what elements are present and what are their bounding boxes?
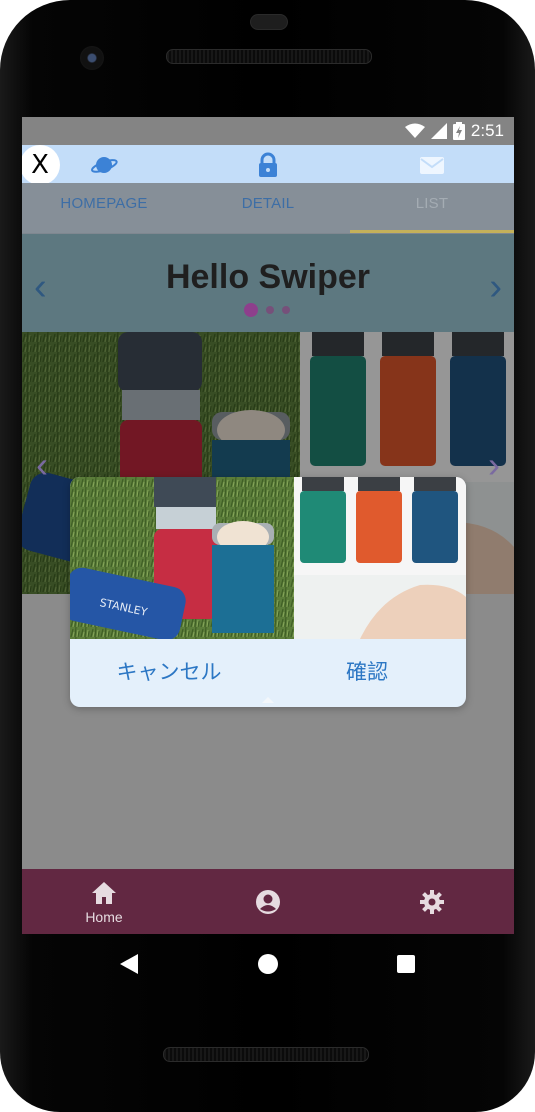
planet-icon[interactable] <box>90 151 118 179</box>
home-icon <box>92 882 116 904</box>
carousel-prev-arrow[interactable]: ‹ <box>36 447 48 483</box>
pagination-dot[interactable] <box>282 306 290 314</box>
back-icon[interactable] <box>120 954 138 974</box>
front-camera <box>80 46 104 70</box>
top-icon-nav <box>22 145 514 183</box>
wifi-icon <box>404 123 425 138</box>
bottom-nav-settings[interactable] <box>350 869 514 934</box>
bottom-nav-home-label: Home <box>85 909 123 925</box>
pagination-dot[interactable] <box>266 306 274 314</box>
hero-title: Hello Swiper <box>165 258 371 296</box>
earpiece <box>250 14 288 30</box>
home-circle-icon[interactable] <box>257 953 279 975</box>
settings-icon <box>420 890 444 914</box>
pagination-dot-active[interactable] <box>244 303 258 317</box>
dialog-caret <box>262 697 274 703</box>
dialog-image: STANLEY <box>70 477 466 639</box>
battery-charging-icon <box>452 122 465 140</box>
cancel-button[interactable]: キャンセル <box>70 639 268 707</box>
account-icon <box>256 890 280 914</box>
recents-icon[interactable] <box>396 954 416 974</box>
tab-bar: HOMEPAGE DETAIL LIST <box>22 183 514 234</box>
bottom-speaker <box>163 1047 369 1062</box>
confirm-button[interactable]: 確認 <box>268 639 466 707</box>
bottom-nav-account[interactable] <box>186 869 350 934</box>
signal-icon <box>430 123 447 139</box>
tab-homepage[interactable]: HOMEPAGE <box>22 183 186 233</box>
active-tab-indicator <box>350 230 514 233</box>
lock-icon[interactable] <box>254 151 282 179</box>
hero-swiper[interactable]: ‹ Hello Swiper › <box>22 234 514 332</box>
bottom-nav-home[interactable]: Home <box>22 869 186 934</box>
hero-next-arrow[interactable]: › <box>489 268 502 306</box>
tab-detail[interactable]: DETAIL <box>186 183 350 233</box>
status-time: 2:51 <box>470 121 504 140</box>
tab-list[interactable]: LIST <box>350 183 514 233</box>
bottom-nav: Home <box>22 869 514 934</box>
top-speaker <box>166 49 372 64</box>
phone-frame: 2:51 X HOMEPAGE DETAIL LIST ‹ Hello Swip… <box>0 0 535 1112</box>
mail-icon[interactable] <box>418 151 446 179</box>
status-bar: 2:51 <box>22 117 514 145</box>
system-nav-bar <box>22 934 514 992</box>
carousel-next-arrow[interactable]: › <box>488 447 500 483</box>
confirm-dialog: STANLEY キャンセル 確認 <box>70 477 466 707</box>
app-screen: 2:51 X HOMEPAGE DETAIL LIST ‹ Hello Swip… <box>22 117 514 934</box>
